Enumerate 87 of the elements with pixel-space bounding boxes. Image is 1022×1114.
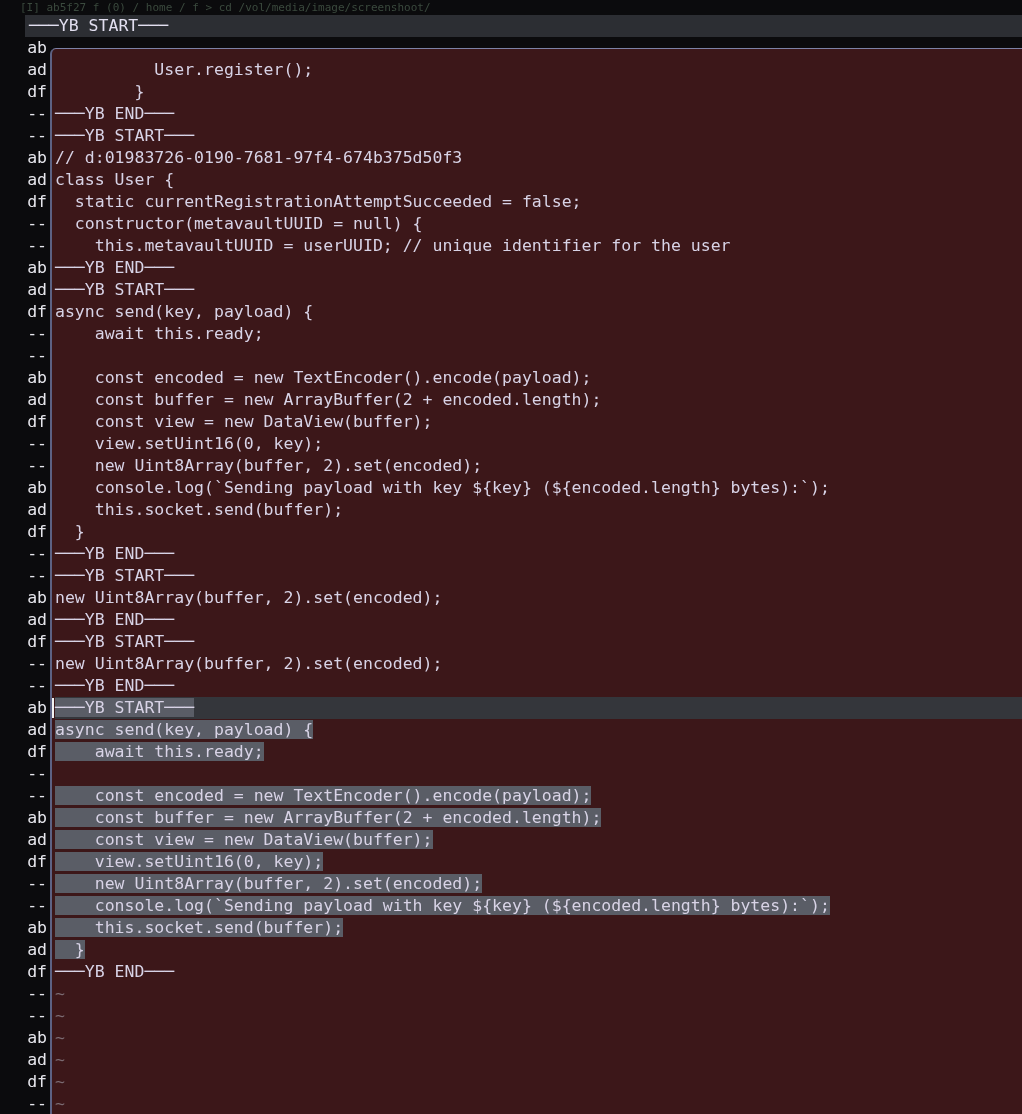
line-marker: ab [27, 477, 47, 499]
line-marker: -- [27, 433, 47, 455]
line-marker: -- [27, 873, 47, 895]
line-marker: ab [27, 697, 47, 719]
code-line: User.register(); [153, 60, 314, 79]
code-line: ───YB START─── [55, 566, 195, 585]
line-marker: -- [27, 103, 47, 125]
code-line: ───YB START─── [55, 632, 195, 651]
line-marker: ad [27, 389, 47, 411]
code-line: view.setUint16(0, key); [93, 434, 324, 453]
code-line: ───YB START─── [55, 126, 195, 145]
code-line: constructor(metavaultUUID = null) { [73, 214, 423, 233]
title-bar: ───YB START─── [25, 15, 1022, 37]
line-marker: ab [27, 37, 47, 59]
line-marker: -- [27, 323, 47, 345]
text-cursor [52, 698, 54, 718]
code-line: new Uint8Array(buffer, 2).set(encoded); [55, 654, 443, 673]
line-marker: -- [27, 543, 47, 565]
code-line: console.log(`Sending payload with key ${key} (${encoded.length} bytes):`); [93, 478, 830, 497]
code-line: this.socket.send(buffer); [93, 500, 344, 519]
line-marker: -- [27, 213, 47, 235]
line-marker: ad [27, 499, 47, 521]
code-line: new Uint8Array(buffer, 2).set(encoded); [93, 456, 483, 475]
line-marker: ab [27, 917, 47, 939]
line-marker: df [27, 851, 47, 873]
code-line: new Uint8Array(buffer, 2).set(encoded); [55, 588, 443, 607]
code-line: class User { [55, 170, 175, 189]
empty-line-marker: ~ [55, 1050, 65, 1069]
code-line: const view = new DataView(buffer); [93, 412, 433, 431]
empty-line-marker: ~ [55, 1094, 65, 1113]
line-marker: ab [27, 367, 47, 389]
code-line: ───YB END─── [55, 104, 175, 123]
line-marker: -- [27, 1093, 47, 1114]
code-line: ───YB END─── [55, 610, 175, 629]
line-marker: -- [27, 675, 47, 697]
line-marker: -- [27, 983, 47, 1005]
code-line: const buffer = new ArrayBuffer(2 + encoded.length); [93, 390, 602, 409]
line-marker: ad [27, 279, 47, 301]
line-marker: ab [27, 147, 47, 169]
line-marker: -- [27, 653, 47, 675]
code-line: ───YB END─── [55, 676, 175, 695]
empty-line-marker: ~ [55, 1006, 65, 1025]
line-marker: ad [27, 939, 47, 961]
line-marker: -- [27, 763, 47, 785]
line-marker: ad [27, 609, 47, 631]
line-marker: df [27, 411, 47, 433]
code-line: } [133, 82, 145, 101]
line-marker: ab [27, 1027, 47, 1049]
line-marker: ab [27, 587, 47, 609]
empty-line-marker: ~ [55, 1028, 65, 1047]
line-marker: ad [27, 59, 47, 81]
line-marker: -- [27, 125, 47, 147]
line-marker: ad [27, 719, 47, 741]
code-line: ───YB START─── [55, 280, 195, 299]
line-marker: ad [27, 829, 47, 851]
empty-line-marker: ~ [55, 1072, 65, 1091]
line-marker: df [27, 961, 47, 983]
line-marker: -- [27, 1005, 47, 1027]
code-line: ───YB END─── [55, 258, 175, 277]
line-marker: ad [27, 169, 47, 191]
code-line: } [73, 522, 85, 541]
line-marker: ab [27, 257, 47, 279]
code-line: // d:01983726-0190-7681-97f4-674b375d50f3 [55, 148, 463, 167]
code-line: ───YB END─── [55, 962, 175, 981]
code-line: ───YB END─── [55, 544, 175, 563]
shell-prompt: [I] ab5f27 f (0) / home / f > cd /vol/media/image/screenshoot/ [19, 0, 432, 15]
line-marker: ad [27, 1049, 47, 1071]
code-line: async send(key, payload) { [55, 302, 314, 321]
line-marker: df [27, 741, 47, 763]
line-marker: -- [27, 785, 47, 807]
code-line: const encoded = new TextEncoder().encode(payload); [93, 368, 592, 387]
line-marker: -- [27, 455, 47, 477]
line-marker: df [27, 191, 47, 213]
line-marker: -- [27, 345, 47, 367]
line-marker: -- [27, 235, 47, 257]
line-marker: df [27, 81, 47, 103]
line-marker: df [27, 1071, 47, 1093]
empty-line-marker: ~ [55, 984, 65, 1003]
line-marker: df [27, 521, 47, 543]
line-marker: -- [27, 895, 47, 917]
code-line: await this.ready; [93, 324, 264, 343]
line-marker: -- [27, 565, 47, 587]
line-marker: df [27, 301, 47, 323]
line-marker: df [27, 631, 47, 653]
line-marker: ab [27, 807, 47, 829]
code-line: this.metavaultUUID = userUUID; // unique identifier for the user [93, 236, 731, 255]
code-line: static currentRegistrationAttemptSucceeded = false; [73, 192, 582, 211]
